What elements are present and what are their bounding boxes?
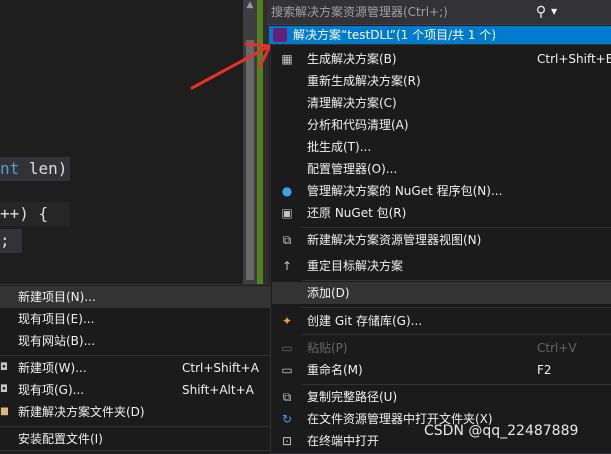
menu-item-build-solution[interactable]: ▦ 生成解决方案(B) Ctrl+Shift+B [272,48,611,70]
nuget-icon: ● [281,184,293,198]
submenu-item-new-item[interactable]: ◘ 新建项(W)... Ctrl+Shift+A [0,357,270,379]
menu-separator [0,355,270,356]
menu-separator [302,334,611,335]
search-icon[interactable]: ⚲ [533,4,549,20]
watermark: CSDN @qq_22487889 [424,423,579,439]
menu-item-new-explorer-view[interactable]: ⧉ 新建解决方案资源管理器视图(N) [272,229,611,251]
copy-path-icon: ⧉ [282,390,292,404]
menu-separator [302,227,611,228]
restore-icon: ▣ [281,206,293,220]
paste-icon: ▭ [281,341,293,355]
code-line: ++) { [0,202,70,226]
menu-item-retarget-solution[interactable]: ↑ 重定目标解决方案 [272,255,611,277]
menu-separator [0,426,270,427]
menu-item-analyze-cleanup[interactable]: 分析和代码清理(A) [272,114,611,136]
menu-item-copy-full-path[interactable]: ⧉ 复制完整路径(U) [272,386,611,408]
menu-item-rebuild-solution[interactable]: 重新生成解决方案(R) [272,70,611,92]
submenu-item-existing-project[interactable]: 现有项目(E)... [0,308,270,330]
solution-node[interactable]: 解决方案“testDLL”(1 个项目/共 1 个) [269,26,611,45]
submenu-item-install-config[interactable]: 安装配置文件(I) [0,428,270,450]
chevron-down-icon[interactable]: ▼ [551,4,561,20]
scroll-up-icon[interactable]: ▲ [245,0,255,10]
open-folder-icon: ↻ [281,412,293,426]
submenu-item-existing-item[interactable]: ◘ 现有项(G)... Shift+Alt+A [0,379,270,401]
solution-node-label: 解决方案“testDLL”(1 个项目/共 1 个) [293,28,497,42]
code-line: nt len) [0,157,70,181]
menu-item-batch-build[interactable]: 批生成(T)... [272,136,611,158]
existing-item-icon: ◘ [0,384,8,395]
submenu-item-existing-website[interactable]: 现有网站(B)... [0,330,270,352]
menu-item-config-manager[interactable]: 配置管理器(O)... [272,158,611,180]
terminal-icon: ⊡ [281,434,293,448]
menu-separator [302,384,611,385]
menu-separator [302,307,611,308]
menu-item-add[interactable]: 添加(D) [272,282,611,304]
new-item-icon: ◘ [0,362,8,373]
menu-item-restore-nuget[interactable]: ▣ 还原 NuGet 包(R) [272,202,611,224]
solution-context-menu: ▦ 生成解决方案(B) Ctrl+Shift+B 重新生成解决方案(R) 清理解… [270,44,611,454]
menu-item-paste[interactable]: ▭ 粘贴(P) Ctrl+V [272,337,611,359]
menu-item-create-git-repo[interactable]: ✦ 创建 Git 存储库(G)... [272,310,611,332]
folder-icon: ■ [0,406,8,417]
code-line: ; [0,229,22,253]
search-input[interactable] [271,3,526,21]
arrow-up-icon: ↑ [281,259,293,273]
menu-separator [302,280,611,281]
menu-item-manage-nuget[interactable]: ● 管理解决方案的 NuGet 程序包(N)... [272,180,611,202]
build-icon: ▦ [281,52,293,66]
menu-item-clean-solution[interactable]: 清理解决方案(C) [272,92,611,114]
add-submenu: 新建项目(N)... 现有项目(E)... 现有网站(B)... ◘ 新建项(W… [0,284,271,451]
annotation-arrow [190,42,272,90]
rename-icon: ▭ [281,363,293,377]
submenu-item-new-project[interactable]: 新建项目(N)... [0,286,270,308]
menu-item-rename[interactable]: ▭ 重命名(M) F2 [272,359,611,381]
new-view-icon: ⧉ [282,233,292,247]
git-icon: ✦ [281,314,293,328]
submenu-item-new-solution-folder[interactable]: ■ 新建解决方案文件夹(D) [0,401,270,423]
